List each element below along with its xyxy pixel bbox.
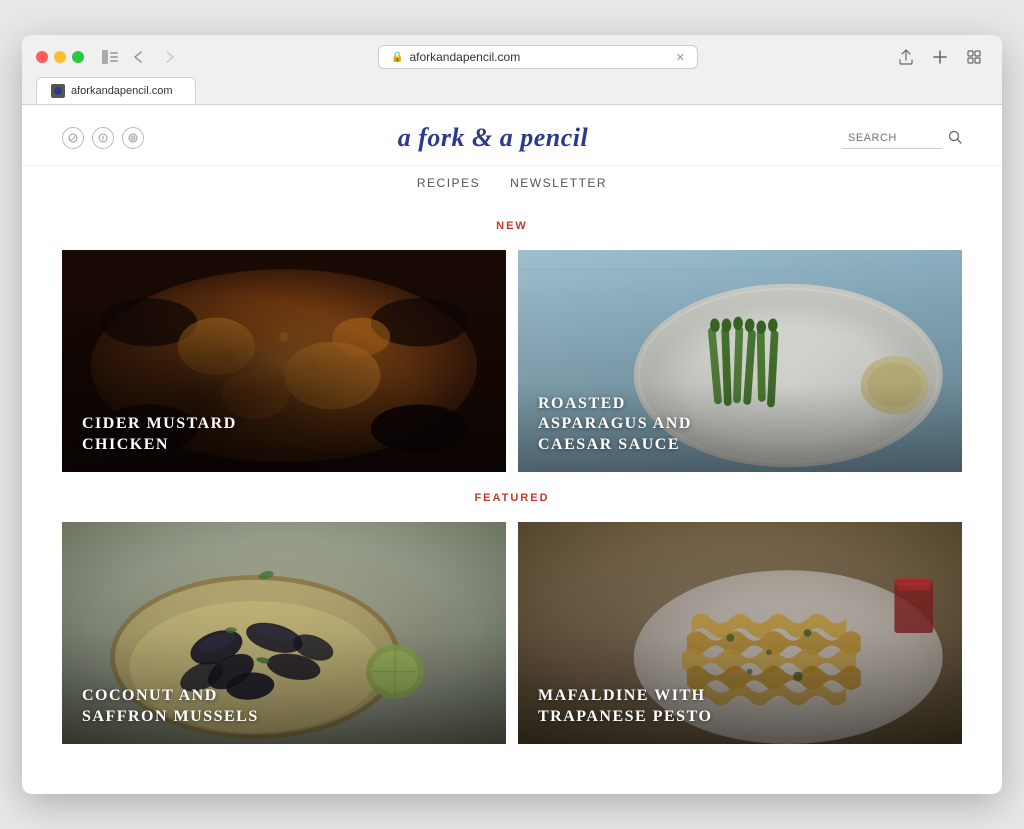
address-bar-wrap: 🔒 aforkandapencil.com ✕: [194, 45, 882, 69]
new-section-label: NEW: [62, 220, 962, 232]
search-area: [842, 128, 962, 149]
recipe-card-pasta[interactable]: MAFALDINE WITHTRAPANESE PESTO: [518, 518, 962, 748]
new-tab-button[interactable]: [926, 45, 954, 69]
browser-tabs: aforkandapencil.com: [36, 77, 988, 104]
recipe-card-asparagus[interactable]: ROASTEDASPARAGUS ANDCAESAR SAUCE: [518, 246, 962, 476]
address-bar[interactable]: 🔒 aforkandapencil.com ✕: [378, 45, 698, 69]
site-title: a fork & a pencil: [398, 123, 589, 153]
lock-icon: 🔒: [391, 52, 403, 63]
forward-button[interactable]: [156, 45, 184, 69]
site-content: NEW: [22, 220, 1002, 794]
browser-actions: [892, 45, 988, 69]
browser-nav: [100, 45, 184, 69]
mussels-title: COCONUT ANDSAFFRON MUSSELS: [62, 666, 506, 748]
tab-title: aforkandapencil.com: [71, 85, 173, 97]
nav-recipes[interactable]: RECIPES: [417, 176, 480, 190]
active-tab[interactable]: aforkandapencil.com: [36, 77, 196, 104]
sidebar-toggle-icon[interactable]: [100, 47, 120, 67]
tab-favicon: [51, 84, 65, 98]
cider-chicken-title: CIDER MUSTARDCHICKEN: [62, 394, 506, 476]
site-nav: RECIPES NEWSLETTER: [22, 166, 1002, 204]
traffic-lights: [36, 51, 84, 63]
share-button[interactable]: [892, 45, 920, 69]
browser-chrome: 🔒 aforkandapencil.com ✕: [22, 35, 1002, 105]
close-button[interactable]: [36, 51, 48, 63]
website-content: f a fork & a pencil: [22, 105, 1002, 794]
back-button[interactable]: [124, 45, 152, 69]
search-button[interactable]: [948, 130, 962, 147]
featured-recipes-grid: COCONUT ANDSAFFRON MUSSELS: [62, 518, 962, 748]
search-input[interactable]: [842, 128, 942, 149]
nav-newsletter[interactable]: NEWSLETTER: [510, 176, 607, 190]
close-tab-icon[interactable]: ✕: [676, 51, 685, 64]
social-icons: f: [62, 127, 144, 149]
asparagus-title: ROASTEDASPARAGUS ANDCAESAR SAUCE: [518, 374, 962, 476]
tab-overview-button[interactable]: [960, 45, 988, 69]
url-text: aforkandapencil.com: [409, 50, 520, 64]
twitter-social-icon[interactable]: [62, 127, 84, 149]
new-recipes-grid: CIDER MUSTARDCHICKEN: [62, 246, 962, 476]
pasta-title: MAFALDINE WITHTRAPANESE PESTO: [518, 666, 962, 748]
maximize-button[interactable]: [72, 51, 84, 63]
minimize-button[interactable]: [54, 51, 66, 63]
browser-window: 🔒 aforkandapencil.com ✕: [22, 35, 1002, 794]
recipe-card-mussels[interactable]: COCONUT ANDSAFFRON MUSSELS: [62, 518, 506, 748]
recipe-card-cider-chicken[interactable]: CIDER MUSTARDCHICKEN: [62, 246, 506, 476]
featured-section-label: FEATURED: [62, 492, 962, 504]
facebook-social-icon[interactable]: f: [92, 127, 114, 149]
instagram-social-icon[interactable]: [122, 127, 144, 149]
site-header: f a fork & a pencil: [22, 105, 1002, 166]
